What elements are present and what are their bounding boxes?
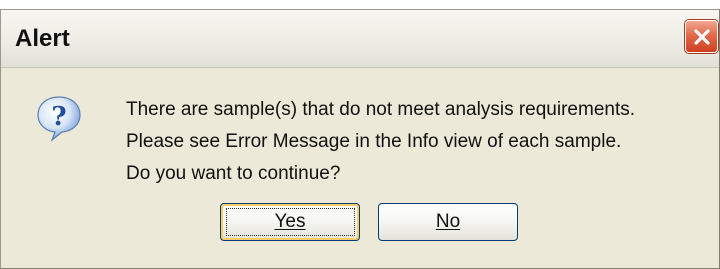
- yes-button-label: Yes: [274, 211, 306, 232]
- close-button[interactable]: [685, 20, 718, 53]
- alert-message: There are sample(s) that do not meet ana…: [126, 94, 635, 190]
- message-line: There are sample(s) that do not meet ana…: [126, 99, 636, 120]
- message-line: Please see Error Message in the Info vie…: [126, 131, 622, 152]
- dialog-title: Alert: [15, 25, 70, 52]
- no-button[interactable]: No: [378, 203, 518, 241]
- question-mark-icon: ?: [37, 96, 81, 142]
- close-icon: [693, 28, 710, 45]
- svg-text:?: ?: [51, 102, 66, 132]
- alert-dialog: Alert ? There are sample(s) that do not …: [0, 9, 720, 269]
- yes-button[interactable]: Yes: [220, 203, 360, 241]
- dialog-body: ? There are sample(s) that do not meet a…: [1, 68, 719, 268]
- title-bar[interactable]: Alert: [1, 10, 719, 68]
- no-button-label: No: [435, 211, 461, 232]
- message-line: Do you want to continue?: [126, 163, 341, 184]
- focus-rectangle: Yes: [225, 208, 355, 236]
